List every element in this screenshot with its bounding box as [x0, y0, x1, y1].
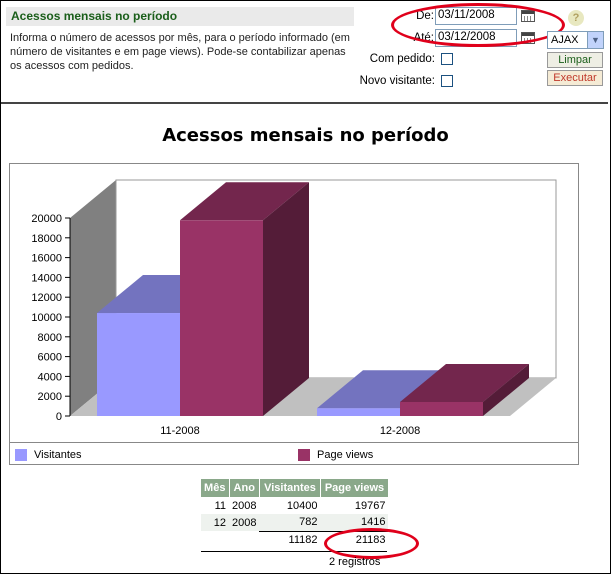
y-tick-label: 0	[56, 411, 62, 423]
y-tick-label: 12000	[31, 292, 62, 304]
y-tick-label: 18000	[31, 233, 62, 245]
column-header[interactable]: Ano	[229, 479, 260, 497]
y-tick-label: 8000	[38, 332, 62, 344]
table-header-row: Mês Ano Visitantes Page views	[201, 479, 389, 497]
y-tick-label: 20000	[31, 213, 62, 225]
table-cell: 19767	[354, 499, 386, 512]
legend-swatch-visitantes	[15, 449, 27, 461]
table-cell: 10400	[286, 499, 318, 512]
table-cell: 12	[201, 514, 229, 531]
novo-visitante-label: Novo visitante:	[359, 75, 435, 87]
com-pedido-label: Com pedido:	[369, 53, 435, 65]
com-pedido-checkbox[interactable]	[441, 53, 453, 65]
chart-container: 0 2000 4000 6000 8000 10000 12000 14000 16000 180…	[9, 163, 579, 465]
table-row: 11 2008 10400 19767	[201, 497, 388, 514]
highlight-oval	[391, 3, 565, 47]
table-cell: 2008	[232, 499, 257, 512]
table-cell	[201, 531, 229, 548]
bar-chart: 0 2000 4000 6000 8000 10000 12000 14000 16000 180…	[31, 179, 557, 437]
report-title: Acessos mensais no período	[6, 7, 354, 26]
bar-page-views	[400, 401, 483, 416]
y-tick-label: 6000	[38, 352, 62, 364]
column-header[interactable]: Mês	[201, 479, 230, 497]
y-tick-label: 14000	[31, 272, 62, 284]
mode-select-value: AJAX	[551, 34, 579, 46]
total-visitantes: 11182	[259, 530, 321, 548]
legend-divider	[9, 442, 579, 443]
column-header[interactable]: Visitantes	[259, 479, 321, 497]
report-description: Informa o número de acessos por mês, par…	[10, 32, 350, 72]
bar-visitantes	[97, 313, 180, 416]
x-tick-label: 12-2008	[380, 425, 420, 437]
y-tick-label: 2000	[38, 391, 62, 403]
y-tick-label: 10000	[31, 312, 62, 324]
bar-page-views	[180, 220, 263, 416]
legend-label-visitantes: Visitantes	[34, 449, 82, 461]
y-tick-label: 4000	[38, 371, 62, 383]
bar-visitantes	[317, 408, 400, 416]
mode-select[interactable]: AJAX ▼	[547, 31, 604, 49]
clear-button[interactable]: Limpar	[547, 52, 603, 68]
column-header[interactable]: Page views	[320, 479, 389, 497]
table-cell: 11	[214, 499, 226, 512]
chart-title: Acessos mensais no período	[162, 125, 449, 146]
run-button[interactable]: Executar	[547, 70, 603, 86]
filter-panel: Acessos mensais no período Informa o núm…	[1, 1, 608, 102]
legend-swatch-page-views	[298, 449, 310, 461]
bar-side	[263, 182, 309, 416]
table-cell: 2008	[229, 514, 260, 531]
table-cell: 782	[259, 514, 321, 531]
table-cell	[229, 531, 259, 548]
divider	[1, 102, 608, 104]
x-tick-label: 11-2008	[160, 425, 200, 437]
record-count: 2 registros	[329, 556, 381, 568]
legend-label-page-views: Page views	[317, 449, 374, 461]
help-icon[interactable]: ?	[568, 10, 584, 26]
chevron-down-icon: ▼	[587, 32, 603, 48]
y-tick-label: 16000	[31, 253, 62, 265]
novo-visitante-checkbox[interactable]	[441, 75, 453, 87]
highlight-oval	[324, 528, 419, 559]
